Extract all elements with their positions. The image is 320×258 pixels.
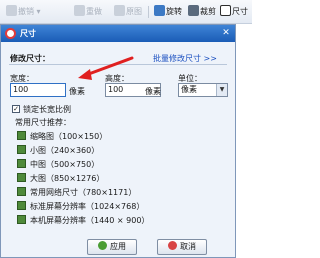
annotation-arrow: [78, 56, 134, 80]
